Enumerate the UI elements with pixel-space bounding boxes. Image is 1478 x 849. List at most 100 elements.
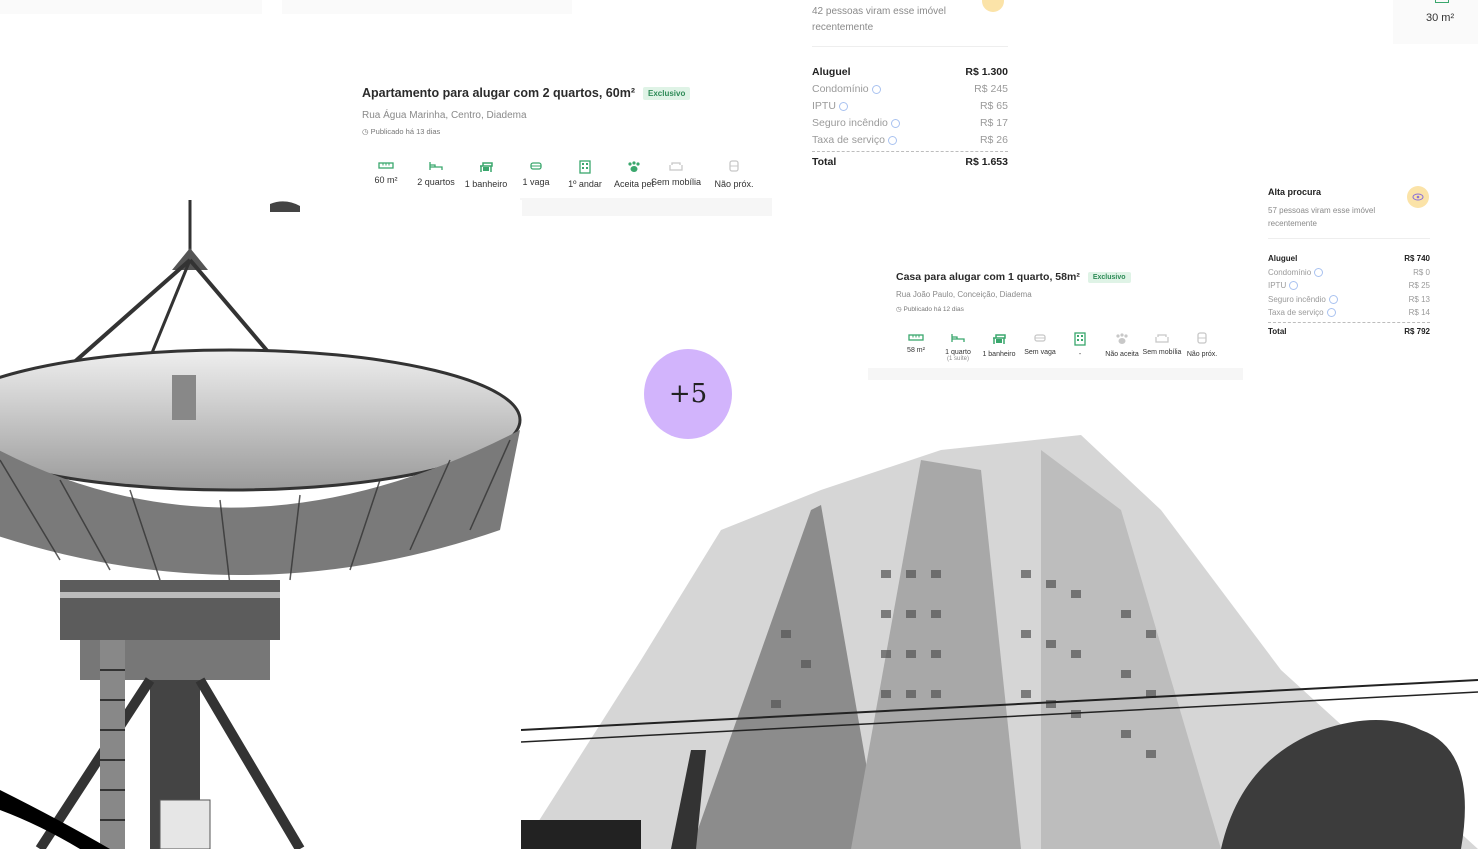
price-value: R$ 0 [1413, 267, 1430, 277]
price-value: R$ 13 [1408, 294, 1430, 304]
published-row: ◷ Publicado há 13 dias [362, 127, 440, 136]
price-row: Seguro incêndio R$ 13 [1268, 293, 1430, 307]
price-row: Aluguel R$ 1.300 [812, 64, 1008, 81]
price-row: IPTU R$ 25 [1268, 279, 1430, 293]
listing-address: Rua João Paulo, Conceição, Diadema [896, 290, 1032, 299]
feature-label: - [1078, 351, 1082, 358]
published-date: Publicado há 12 dias [903, 306, 964, 313]
info-icon[interactable] [890, 118, 900, 128]
info-icon[interactable] [871, 84, 881, 94]
listing-card-1[interactable]: Apartamento para alugar com 2 quartos, 6… [352, 70, 772, 216]
top-fragment-left [0, 0, 262, 14]
feature-item: 1º andar [557, 160, 613, 189]
price-value: R$ 65 [979, 100, 1008, 112]
price-row: Condomínio R$ 0 [1268, 266, 1430, 280]
feature-label: 1º andar [568, 179, 602, 189]
price-row: Taxa de serviço R$ 14 [1268, 306, 1430, 320]
shower-icon [458, 160, 514, 176]
price-breakdown: Aluguel R$ 1.300 Condomínio R$ 245 IPTU R$ 65… [812, 64, 1008, 171]
price-value: R$ 17 [979, 117, 1008, 129]
price-value: R$ 1.300 [965, 66, 1008, 78]
feature-item: 1 banheiro [458, 160, 514, 189]
price-label: Taxa de serviço [812, 132, 897, 149]
card-footer-shade [520, 198, 772, 216]
price-row: Condomínio R$ 245 [812, 81, 1008, 98]
price-value: R$ 25 [1408, 281, 1430, 290]
exclusive-badge: Exclusivo [1087, 271, 1131, 283]
info-icon[interactable] [1314, 267, 1324, 277]
clock-icon: ◷ [362, 127, 369, 136]
feature-item: 2 quartos [408, 160, 464, 187]
feature-item: Não próx. [1174, 332, 1230, 358]
car-icon [508, 160, 564, 174]
info-icon[interactable] [887, 135, 897, 145]
ruler-icon [358, 160, 414, 172]
listing-card-2[interactable]: Casa para alugar com 1 quarto, 58m² Exclu… [868, 256, 1243, 380]
total-divider [1268, 321, 1430, 323]
listing-title[interactable]: Apartamento para alugar com 2 quartos, 6… [362, 86, 635, 100]
corner-card: 30 m² [1393, 0, 1478, 44]
feature-label: 1 quarto [945, 349, 971, 356]
price-label: IPTU [1268, 279, 1299, 293]
price-value: R$ 26 [979, 134, 1008, 146]
bed-icon [408, 160, 464, 174]
price-value: R$ 14 [1408, 308, 1430, 317]
feature-label: 58 m² [907, 347, 925, 354]
satellite-dish-image [0, 200, 522, 849]
building-icon [557, 160, 613, 176]
feature-label: 60 m² [374, 175, 398, 185]
total-value: R$ 792 [1404, 326, 1430, 336]
exclusive-badge: Exclusivo [643, 87, 691, 101]
feature-item: 1 vaga [508, 160, 564, 187]
price-row: IPTU R$ 65 [812, 98, 1008, 115]
total-value: R$ 1.653 [965, 156, 1008, 168]
price-breakdown: Aluguel R$ 740 Condomínio R$ 0 IPTU R$ 25 Segu… [1268, 252, 1430, 338]
info-icon[interactable] [838, 101, 848, 111]
price-row: Seguro incêndio R$ 17 [812, 115, 1008, 132]
metro-icon [1174, 332, 1230, 348]
feature-label: Sem mobília [650, 177, 702, 187]
top-fragment-mid [282, 0, 572, 14]
building-photo [521, 435, 1478, 849]
price-label: Seguro incêndio [1268, 293, 1338, 307]
feature-label: 1 vaga [522, 177, 550, 187]
info-icon[interactable] [1289, 281, 1299, 291]
info-icon[interactable] [1326, 308, 1336, 318]
eye-icon [1407, 186, 1429, 208]
total-label: Total [1268, 326, 1287, 336]
price-label: Aluguel [812, 66, 851, 78]
price-value: R$ 245 [974, 83, 1008, 95]
sofa-icon [648, 160, 704, 174]
price-label: Condomínio [812, 81, 881, 98]
feature-item: Não próx. [706, 160, 762, 189]
price-label: Seguro incêndio [812, 115, 900, 132]
total-row: Total R$ 792 [1268, 325, 1430, 339]
price-label: Condomínio [1268, 266, 1324, 280]
price-label: Aluguel [1268, 254, 1298, 263]
viewers-text: 42 pessoas viram esse imóvel recentement… [812, 6, 946, 33]
ruler-icon [1435, 0, 1449, 3]
clock-icon: ◷ [896, 306, 902, 313]
feature-label: Não próx. [714, 179, 754, 189]
price-row: Aluguel R$ 740 [1268, 252, 1430, 266]
published-date: Publicado há 13 dias [370, 127, 441, 136]
total-divider [812, 151, 1008, 152]
feature-label: 1 banheiro [464, 179, 508, 189]
feature-label: 1 banheiro [982, 351, 1016, 358]
price-row: Taxa de serviço R$ 26 [812, 132, 1008, 149]
price-card-1: 42 pessoas viram esse imóvel recentement… [812, 0, 1008, 200]
published-row: ◷ Publicado há 12 dias [896, 305, 964, 313]
price-label: Taxa de serviço [1268, 306, 1336, 320]
listing-address: Rua Água Marinha, Centro, Diadema [362, 110, 527, 121]
price-label: IPTU [812, 98, 848, 115]
area-label: 30 m² [1426, 12, 1455, 24]
more-items-badge[interactable]: +5 [644, 349, 732, 439]
price-card-2: Alta procura 57 pessoas viram esse imóve… [1258, 178, 1440, 380]
info-icon[interactable] [1328, 294, 1338, 304]
viewers-text: 57 pessoas viram esse imóvel recentement… [1268, 206, 1376, 228]
listing-title[interactable]: Casa para alugar com 1 quarto, 58m² [896, 271, 1080, 283]
metro-icon [706, 160, 762, 176]
feature-label: Não próx. [1186, 351, 1218, 358]
total-label: Total [812, 156, 837, 168]
high-demand-label: Alta procura [1268, 187, 1322, 197]
